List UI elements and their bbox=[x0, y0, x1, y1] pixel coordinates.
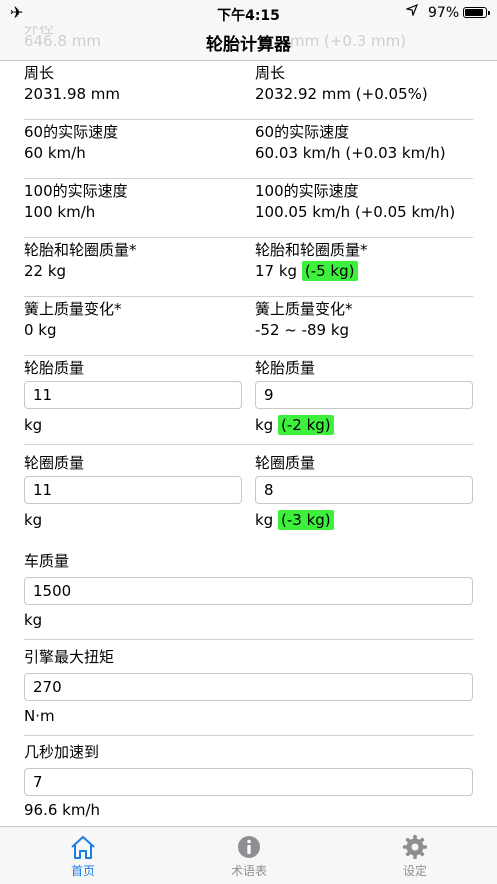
tab-settings[interactable]: 设定 bbox=[332, 827, 497, 884]
field-label: 100的实际速度 bbox=[255, 182, 359, 200]
tab-glossary[interactable]: 术语表 bbox=[166, 827, 332, 884]
difference-badge: (-5 kg) bbox=[301, 261, 358, 281]
divider bbox=[24, 237, 473, 238]
status-time: 下午4:15 bbox=[217, 8, 280, 24]
row-circumference: 周长 2031.98 mm 周长 2032.92 mm (+0.05%) bbox=[0, 62, 497, 120]
location-arrow-icon bbox=[404, 3, 419, 20]
stock-tire-mass-input[interactable]: 11 bbox=[24, 381, 242, 409]
row-car-mass: 车质量 1500 kg bbox=[0, 550, 497, 640]
field-value: 100.05 km/h (+0.05 km/h) bbox=[255, 203, 456, 221]
acceleration-input[interactable]: 7 bbox=[24, 768, 473, 796]
field-label: 车质量 bbox=[24, 552, 70, 570]
tab-label: 首页 bbox=[70, 864, 95, 878]
row-acceleration: 几秒加速到 7 96.6 km/h bbox=[0, 741, 497, 826]
field-label: 簧上质量变化* bbox=[255, 300, 353, 318]
divider bbox=[24, 735, 473, 736]
row-tire-mass: 轮胎质量 11 kg 轮胎质量 9 kg (-2 kg) bbox=[0, 357, 497, 445]
field-label: 轮圈质量 bbox=[255, 454, 316, 472]
divider bbox=[24, 296, 473, 297]
field-label: 轮胎质量 bbox=[24, 359, 85, 377]
field-value: 100 km/h bbox=[24, 203, 96, 221]
field-label: 100的实际速度 bbox=[24, 182, 128, 200]
battery-percent: 97% bbox=[428, 5, 460, 21]
field-value: 22 kg bbox=[24, 262, 67, 280]
field-value: 60.03 km/h (+0.03 km/h) bbox=[255, 144, 446, 162]
field-label: 轮胎和轮圈质量* bbox=[255, 241, 368, 259]
row-sprung-mass-change: 簧上质量变化* 0 kg 簧上质量变化* -52 ~ -89 kg bbox=[0, 298, 497, 356]
field-label: 60的实际速度 bbox=[24, 123, 119, 141]
unit-group: kg (-2 kg) bbox=[255, 415, 334, 435]
field-value: 60 km/h bbox=[24, 144, 86, 162]
page-title: 轮胎计算器 bbox=[206, 35, 291, 55]
tab-label: 设定 bbox=[402, 864, 427, 878]
field-value: 2031.98 mm bbox=[24, 85, 121, 103]
field-value-group: 17 kg (-5 kg) bbox=[255, 261, 358, 281]
unit-label: kg bbox=[24, 511, 43, 529]
tab-home[interactable]: 首页 bbox=[0, 827, 166, 884]
field-label: 轮胎和轮圈质量* bbox=[24, 241, 137, 259]
home-icon bbox=[0, 834, 166, 860]
unit-label: kg bbox=[24, 416, 43, 434]
new-tire-mass-input[interactable]: 9 bbox=[255, 381, 473, 409]
field-label: 周长 bbox=[24, 64, 55, 82]
row-speed-60: 60的实际速度 60 km/h 60的实际速度 60.03 km/h (+0.0… bbox=[0, 121, 497, 179]
field-label: 簧上质量变化* bbox=[24, 300, 122, 318]
field-label: 周长 bbox=[255, 64, 286, 82]
field-value: 0 kg bbox=[24, 321, 57, 339]
unit-label: kg bbox=[24, 611, 43, 629]
unit-label: kg bbox=[255, 416, 274, 434]
battery-icon bbox=[463, 7, 490, 18]
navigation-bar: 外径 646.8 mm mm (+0.3 mm) 轮胎计算器 bbox=[0, 26, 497, 61]
stock-rim-mass-input[interactable]: 11 bbox=[24, 476, 242, 504]
divider bbox=[24, 119, 473, 120]
row-rim-mass: 轮圈质量 11 kg 轮圈质量 8 kg (-3 kg) bbox=[0, 452, 497, 540]
gear-icon bbox=[332, 834, 497, 860]
field-value: -52 ~ -89 kg bbox=[255, 321, 350, 339]
tab-bar: 首页 术语表 设定 bbox=[0, 826, 497, 884]
row-speed-100: 100的实际速度 100 km/h 100的实际速度 100.05 km/h (… bbox=[0, 180, 497, 238]
unit-label: 96.6 km/h bbox=[24, 801, 101, 819]
row-engine-torque: 引擎最大扭矩 270 N·m bbox=[0, 646, 497, 736]
difference-badge: (-3 kg) bbox=[278, 510, 334, 530]
engine-torque-input[interactable]: 270 bbox=[24, 673, 473, 701]
divider bbox=[24, 639, 473, 640]
field-label: 60的实际速度 bbox=[255, 123, 350, 141]
difference-badge: (-2 kg) bbox=[278, 415, 334, 435]
divider bbox=[24, 178, 473, 179]
row-tire-wheel-mass: 轮胎和轮圈质量* 22 kg 轮胎和轮圈质量* 17 kg (-5 kg) bbox=[0, 239, 497, 297]
field-label: 引擎最大扭矩 bbox=[24, 648, 115, 666]
status-bar: ✈ 下午4:15 97% bbox=[0, 0, 497, 26]
car-mass-input[interactable]: 1500 bbox=[24, 577, 473, 605]
tab-label: 术语表 bbox=[230, 864, 267, 878]
info-icon bbox=[166, 834, 332, 860]
unit-label: kg bbox=[255, 511, 274, 529]
field-label: 轮胎质量 bbox=[255, 359, 316, 377]
new-rim-mass-input[interactable]: 8 bbox=[255, 476, 473, 504]
field-label: 轮圈质量 bbox=[24, 454, 85, 472]
unit-label: N·m bbox=[24, 707, 55, 725]
field-value: 2032.92 mm (+0.05%) bbox=[255, 85, 428, 103]
unit-group: kg (-3 kg) bbox=[255, 510, 334, 530]
field-value: 17 kg bbox=[255, 262, 298, 280]
field-label: 几秒加速到 bbox=[24, 743, 100, 761]
divider bbox=[24, 444, 473, 445]
divider bbox=[24, 355, 473, 356]
